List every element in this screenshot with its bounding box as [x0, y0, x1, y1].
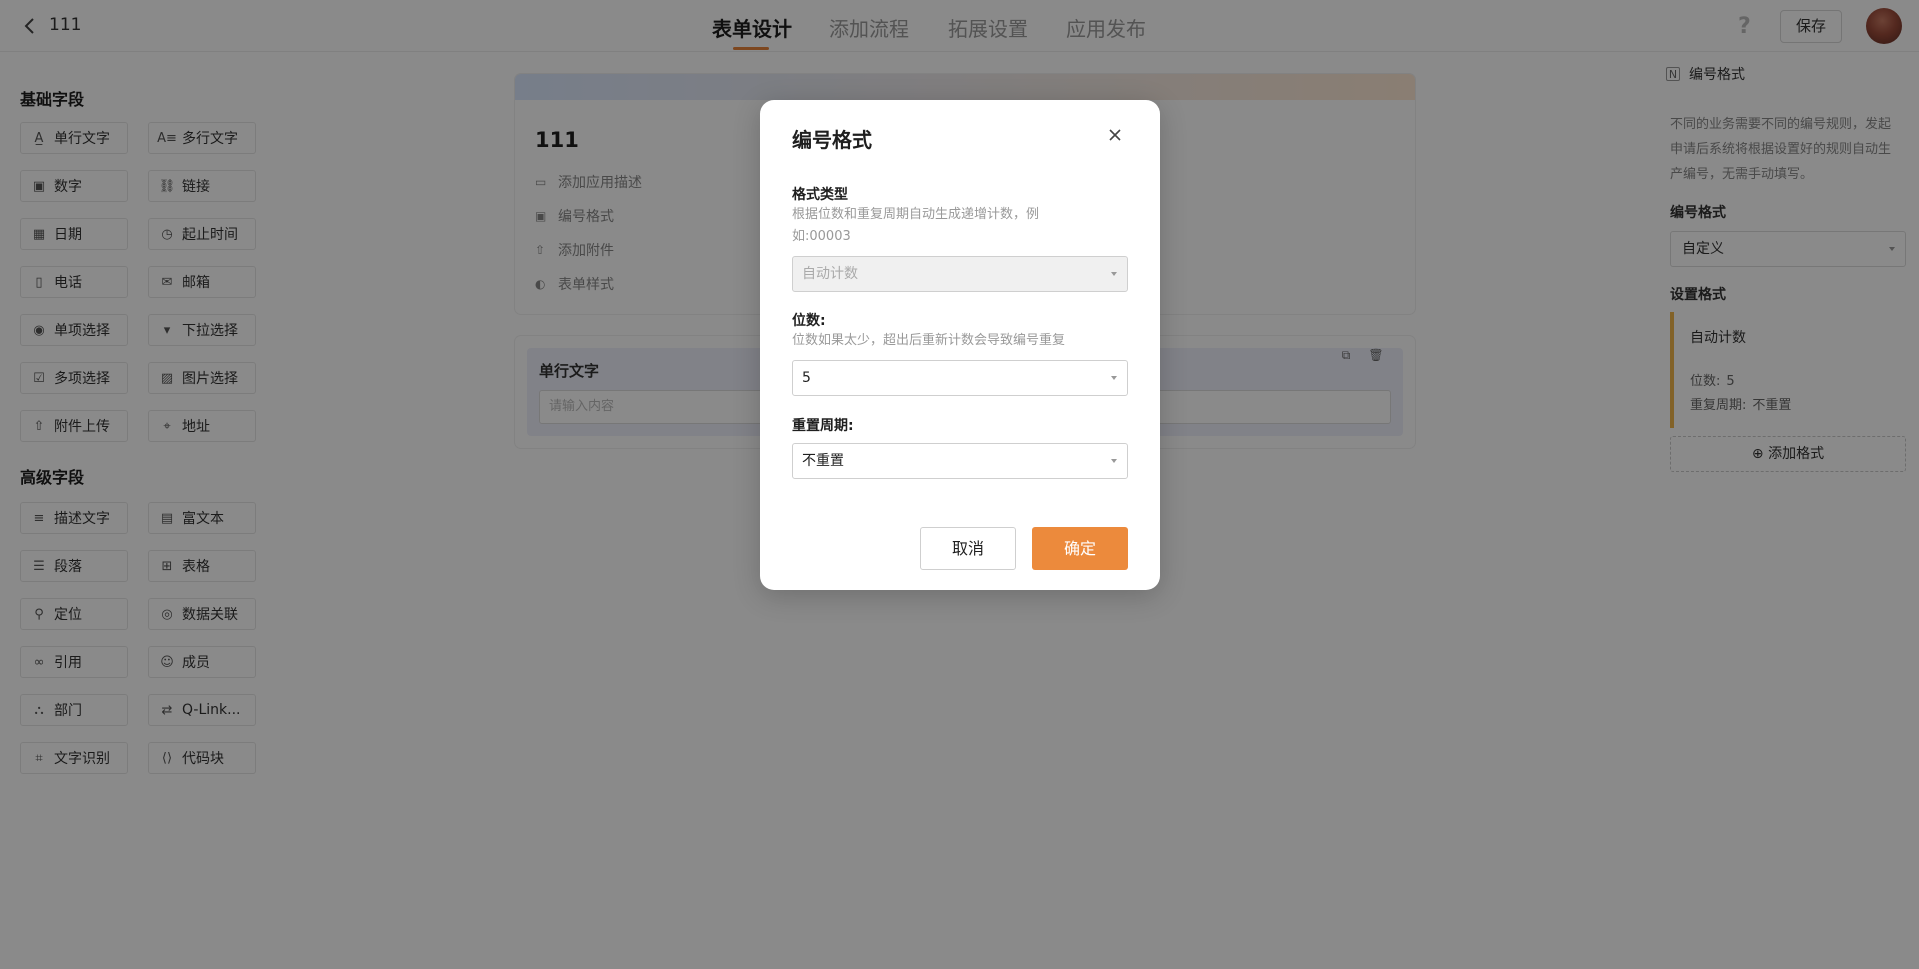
- type-select: 自动计数: [792, 256, 1128, 292]
- digits-select[interactable]: 5: [792, 360, 1128, 396]
- dialog-title: 编号格式: [792, 128, 872, 152]
- type-hint: 根据位数和重复周期自动生成递增计数，例如:00003: [792, 207, 1040, 244]
- chevron-down-icon: [1111, 376, 1117, 380]
- period-select[interactable]: 不重置: [792, 443, 1128, 479]
- period-label: 重置周期:: [792, 418, 854, 434]
- close-icon[interactable]: [1106, 126, 1124, 144]
- chevron-down-icon: [1111, 459, 1117, 463]
- digits-label: 位数:: [792, 313, 826, 329]
- chevron-down-icon: [1111, 272, 1117, 276]
- number-format-dialog: 编号格式 格式类型 根据位数和重复周期自动生成递增计数，例如:00003 自动计…: [760, 100, 1160, 590]
- confirm-button[interactable]: 确定: [1032, 527, 1128, 570]
- digits-hint: 位数如果太少，超出后重新计数会导致编号重复: [792, 333, 1066, 348]
- type-label: 格式类型: [792, 187, 848, 203]
- cancel-button[interactable]: 取消: [920, 527, 1016, 570]
